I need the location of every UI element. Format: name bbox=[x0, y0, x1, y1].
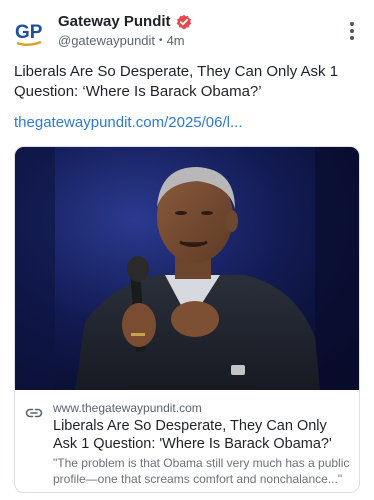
link-preview-card[interactable]: www.thegatewaypundit.com Liberals Are So… bbox=[14, 146, 360, 493]
avatar[interactable]: GP bbox=[14, 16, 48, 50]
more-options-icon[interactable] bbox=[344, 22, 360, 40]
verified-badge-icon bbox=[176, 14, 192, 30]
card-domain: www.thegatewaypundit.com bbox=[53, 401, 202, 415]
card-image[interactable] bbox=[15, 147, 359, 390]
link-icon bbox=[25, 404, 43, 422]
feed-post: GP Gateway Pundit @gatewaypundit • 4m Li… bbox=[0, 0, 374, 500]
card-description: "The problem is that Obama still very mu… bbox=[53, 456, 350, 486]
card-body: www.thegatewaypundit.com Liberals Are So… bbox=[15, 390, 359, 492]
post-time[interactable]: 4m bbox=[167, 33, 185, 48]
post-text: Liberals Are So Desperate, They Can Only… bbox=[14, 63, 339, 100]
avatar-logo-text: GP bbox=[15, 22, 43, 43]
author-row: Gateway Pundit bbox=[58, 13, 192, 30]
card-title[interactable]: Liberals Are So Desperate, They Can Only… bbox=[53, 417, 353, 453]
post-meta: @gatewaypundit • 4m bbox=[58, 33, 185, 48]
separator-dot: • bbox=[159, 35, 163, 46]
author-name[interactable]: Gateway Pundit bbox=[58, 13, 171, 30]
post-link[interactable]: thegatewaypundit.com/2025/06/l... bbox=[14, 114, 243, 131]
author-handle[interactable]: @gatewaypundit bbox=[58, 33, 155, 48]
